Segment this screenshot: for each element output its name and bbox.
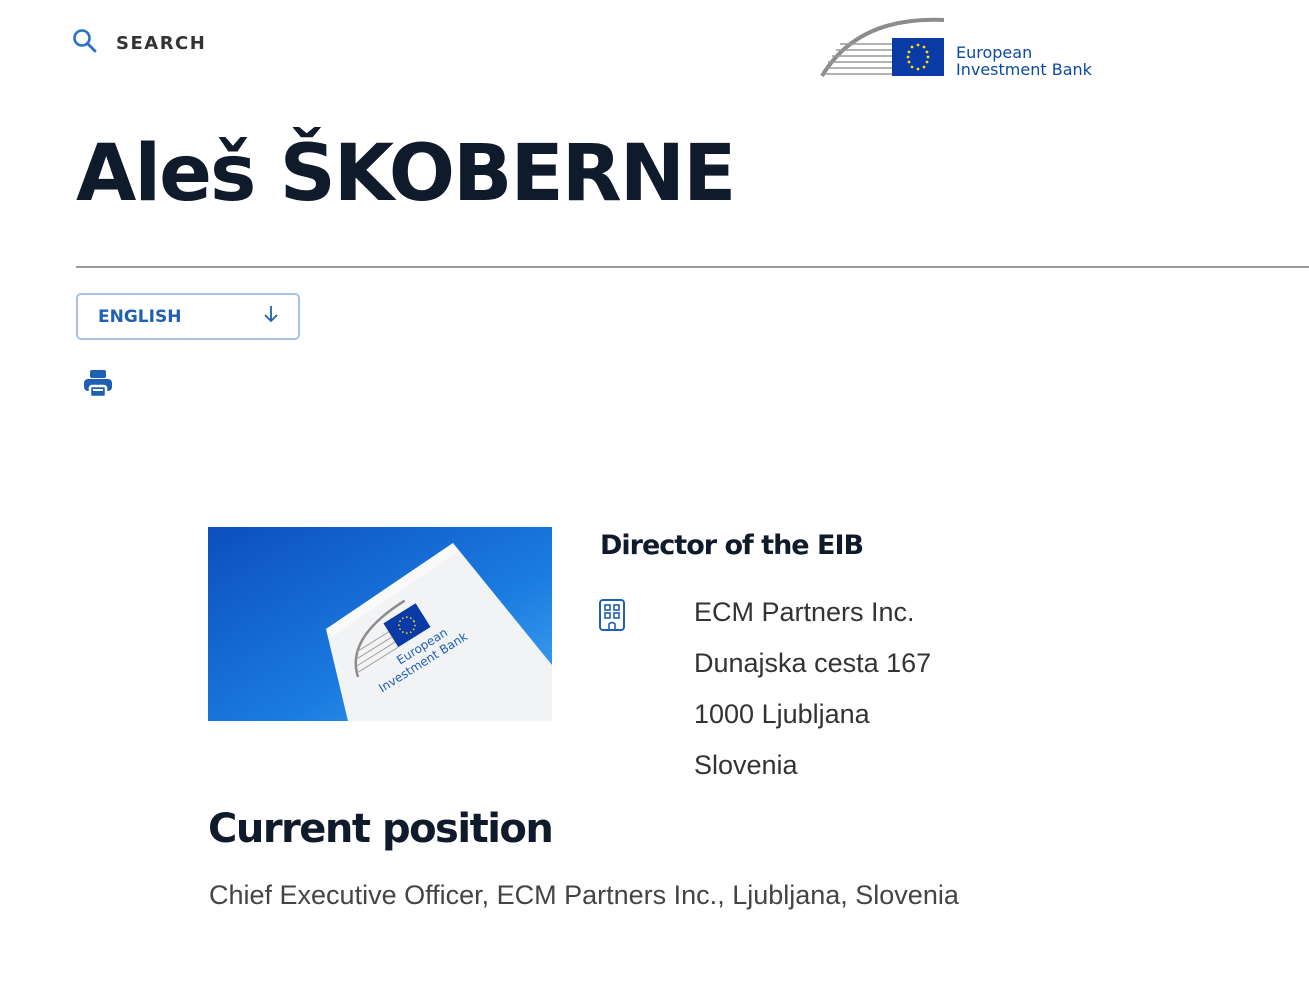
title-divider	[76, 266, 1309, 268]
language-select-value: ENGLISH	[98, 306, 182, 327]
printer-icon	[82, 370, 114, 404]
eib-logo[interactable]: European Investment Bank	[818, 14, 1108, 84]
current-position-heading: Current position	[208, 806, 554, 852]
page-title: Aleš ŠKOBERNE	[76, 129, 736, 219]
eib-logo-mark	[820, 17, 945, 78]
address-street: Dunajska cesta 167	[694, 648, 932, 678]
address-country: Slovenia	[694, 750, 798, 780]
address-city: 1000 Ljubljana	[694, 699, 870, 729]
logo-line-2: Investment Bank	[956, 60, 1092, 79]
director-photo: European Investment Bank	[208, 527, 552, 721]
eib-logo-text: European Investment Bank	[956, 44, 1092, 78]
arrow-down-icon	[262, 304, 280, 329]
address-company: ECM Partners Inc.	[694, 597, 915, 627]
role-title: Director of the EIB	[600, 530, 864, 561]
search-icon	[72, 28, 98, 59]
language-select[interactable]: ENGLISH	[76, 293, 300, 340]
print-button[interactable]	[82, 368, 114, 405]
search-button[interactable]: SEARCH	[72, 28, 206, 59]
building-icon	[598, 598, 626, 637]
logo-line-1: European	[956, 43, 1033, 62]
address-block: ECM Partners Inc. Dunajska cesta 167 100…	[694, 594, 931, 798]
current-position-text: Chief Executive Officer, ECM Partners In…	[209, 880, 959, 910]
search-label: SEARCH	[116, 33, 207, 54]
